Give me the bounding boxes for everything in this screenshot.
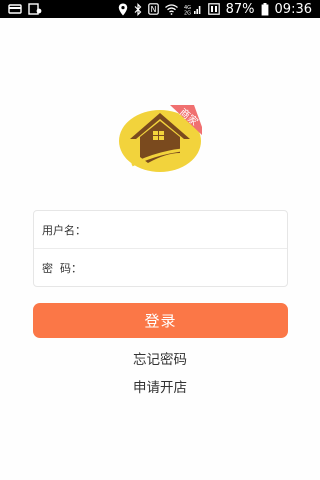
password-label: 密 码： [42,262,82,275]
username-input[interactable] [90,215,279,244]
login-screen: N 4G 2G 87% 09:36 商家 用户名： 密 码： 登录 忘记密码 申… [0,0,320,480]
password-input[interactable] [90,254,279,282]
data-transfer-icon [207,2,220,16]
forgot-password-link[interactable]: 忘记密码 [0,348,320,368]
svg-text:N: N [150,5,156,14]
notification-card-icon [8,2,22,16]
bluetooth-icon [134,2,142,16]
status-bar: N 4G 2G 87% 09:36 [0,0,320,18]
username-row: 用户名： [34,211,287,249]
nfc-icon: N [147,2,159,16]
apply-store-link[interactable]: 申请开店 [0,376,320,396]
password-row: 密 码： [34,249,287,287]
login-button[interactable]: 登录 [33,303,288,338]
status-bar-right: N 4G 2G 87% 09:36 [118,2,312,17]
status-bar-left [8,2,42,16]
location-icon [118,2,128,16]
username-label: 用户名： [42,223,86,237]
login-form: 用户名： 密 码： [33,210,288,287]
battery-icon [261,2,269,16]
wifi-icon [164,2,178,16]
mobile-signal-icon: 4G 2G [184,2,202,16]
svg-text:2G: 2G [184,11,191,16]
notification-doc-icon [28,2,42,16]
status-time: 09:36 [274,1,312,17]
battery-percent: 87% [225,1,255,17]
app-logo: 商家 [118,105,202,173]
